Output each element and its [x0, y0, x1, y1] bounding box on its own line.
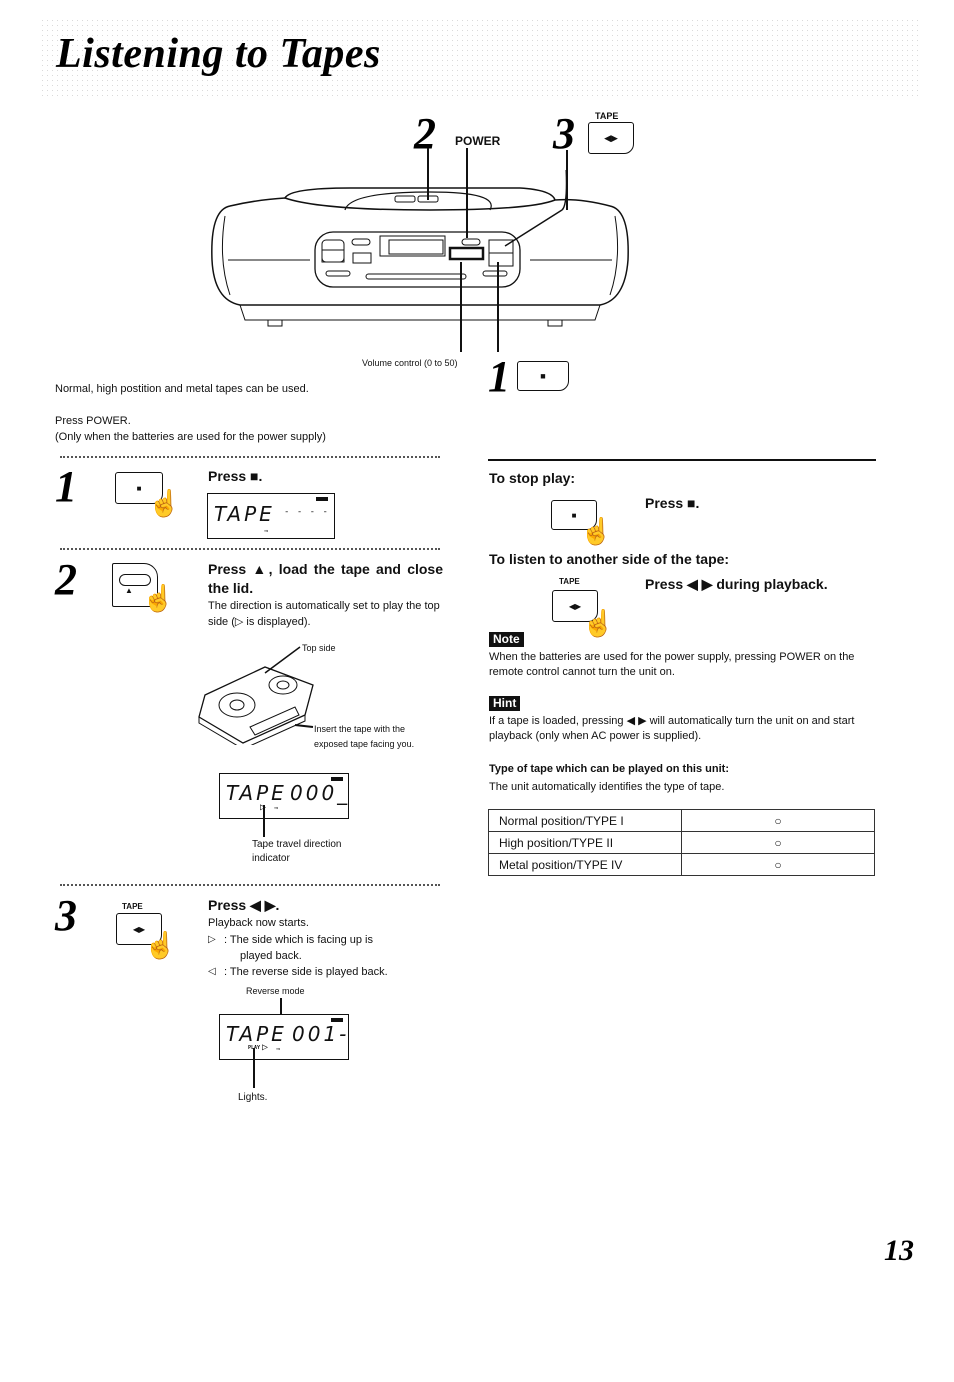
lcd-text: TAPE: [226, 781, 287, 805]
step-1-heading: Press ■.: [208, 468, 263, 484]
hint-tag: Hint: [489, 696, 521, 711]
step-3-heading: Press ◀ ▶.: [208, 897, 280, 913]
stop-button-diagram: ■: [517, 361, 569, 391]
press-power-text: Press POWER.: [55, 415, 131, 427]
lcd-display-step-3: TAPE 001- PLAY ▷ ⇒: [219, 1014, 349, 1060]
table-row: High position/TYPE II ○: [488, 831, 875, 854]
divider: [60, 456, 440, 458]
section-rule: [488, 459, 876, 461]
volume-control-label: Volume control (0 to 50): [362, 358, 458, 368]
play-direction-icon: ◀▶: [604, 132, 618, 143]
forward-direction-icon: ▷: [262, 1042, 269, 1053]
tape-button-label: TAPE: [559, 577, 580, 586]
cassette-tape-illustration: [198, 646, 314, 745]
insert-label-line-1: Insert the tape with the: [314, 724, 406, 734]
step-1-number: 1: [55, 462, 77, 511]
tape-type-cell: High position/TYPE II: [488, 831, 682, 854]
lcd-display-step-1: TAPE - - - - ⇒: [207, 493, 335, 539]
hand-pointer-icon: ☝: [580, 516, 613, 546]
step-2-body: The direction is automatically set to pl…: [208, 600, 440, 628]
page-title: Listening to Tapes: [56, 31, 381, 77]
stop-icon: ■: [136, 483, 142, 493]
battery-indicator-icon: [331, 1018, 343, 1022]
battery-indicator-icon: [316, 497, 328, 501]
lcd-text: TAPE: [226, 1022, 287, 1046]
lcd-counter: 001-: [292, 1022, 350, 1046]
lcd-text: TAPE: [214, 502, 275, 526]
stop-icon: ■: [571, 510, 577, 520]
forward-desc-line-1: : The side which is facing up is: [224, 934, 373, 946]
reverse-mode-icon: ⇒: [276, 1045, 281, 1053]
boombox-illustration: [211, 170, 629, 327]
table-row: Metal position/TYPE IV ○: [488, 853, 875, 876]
step-2-heading: Press ▲, load the tape and close the lid…: [208, 561, 443, 596]
power-note-text: (Only when the batteries are used for th…: [55, 431, 326, 443]
note-text: When the batteries are used for the powe…: [489, 651, 855, 678]
lcd-display-step-2: TAPE 000_ ▷ ⇒: [219, 773, 349, 819]
forward-desc-line-2: played back.: [240, 950, 302, 962]
tape-compat-note: Normal, high postition and metal tapes c…: [55, 383, 309, 395]
stop-play-heading: To stop play:: [489, 470, 576, 486]
supported-cell: ○: [681, 831, 875, 854]
tape-button-label: TAPE: [122, 902, 143, 911]
insert-label-line-2: exposed tape facing you.: [314, 739, 415, 749]
tape-types-subtext: The unit automatically identifies the ty…: [489, 781, 725, 793]
divider: [60, 548, 440, 550]
tape-type-cell: Normal position/TYPE I: [488, 809, 682, 832]
note-tag: Note: [489, 632, 524, 647]
lcd-counter: 000_: [290, 781, 351, 805]
reverse-desc: : The reverse side is played back.: [224, 966, 388, 978]
supported-cell: ○: [681, 853, 875, 876]
step-3-body: Playback now starts.: [208, 917, 309, 929]
callout-1-number: 1: [488, 352, 510, 401]
tape-play-button-diagram: ◀▶: [588, 122, 634, 154]
callout-line: [253, 1048, 255, 1088]
page-number: 13: [884, 1234, 914, 1267]
direction-indicator-label-2: indicator: [252, 853, 290, 864]
other-side-heading: To listen to another side of the tape:: [489, 551, 730, 567]
battery-indicator-icon: [331, 777, 343, 781]
stop-play-action: Press ■.: [645, 495, 700, 511]
reverse-mode-icon: ⇒: [264, 527, 269, 535]
tape-type-cell: Metal position/TYPE IV: [488, 853, 682, 876]
callout-3-number: 3: [553, 109, 575, 158]
play-direction-icon: ◀▶: [568, 601, 582, 611]
other-side-action: Press ◀ ▶ during playback.: [645, 576, 828, 592]
table-row: Normal position/TYPE I ○: [488, 809, 875, 832]
reverse-mode-icon: ⇒: [274, 804, 279, 812]
lights-label: Lights.: [238, 1092, 268, 1103]
tape-types-table: Normal position/TYPE I ○ High position/T…: [488, 809, 875, 876]
power-label: POWER: [455, 134, 501, 148]
direction-indicator-label-1: Tape travel direction: [252, 839, 342, 850]
lcd-counter: - - - -: [284, 507, 329, 517]
forward-play-icon: ▷: [208, 934, 216, 945]
tape-label: TAPE: [595, 111, 619, 121]
reverse-mode-label: Reverse mode: [246, 986, 305, 996]
step-2-number: 2: [55, 555, 77, 604]
hand-pointer-icon: ☝: [142, 583, 175, 613]
divider: [60, 884, 440, 886]
callout-2-number: 2: [414, 109, 436, 158]
reverse-play-icon: ◁: [208, 966, 216, 977]
eject-icon: ▲: [125, 586, 133, 595]
callout-line: [263, 805, 265, 837]
hand-pointer-icon: ☝: [144, 930, 177, 960]
stop-icon: ■: [540, 371, 546, 381]
supported-cell: ○: [681, 809, 875, 832]
step-3-number: 3: [55, 891, 77, 940]
hint-text: If a tape is loaded, pressing ◀ ▶ will a…: [489, 715, 855, 742]
tape-types-heading: Type of tape which can be played on this…: [489, 763, 729, 775]
hand-pointer-icon: ☝: [148, 488, 181, 518]
hand-pointer-icon: ☝: [582, 608, 615, 638]
